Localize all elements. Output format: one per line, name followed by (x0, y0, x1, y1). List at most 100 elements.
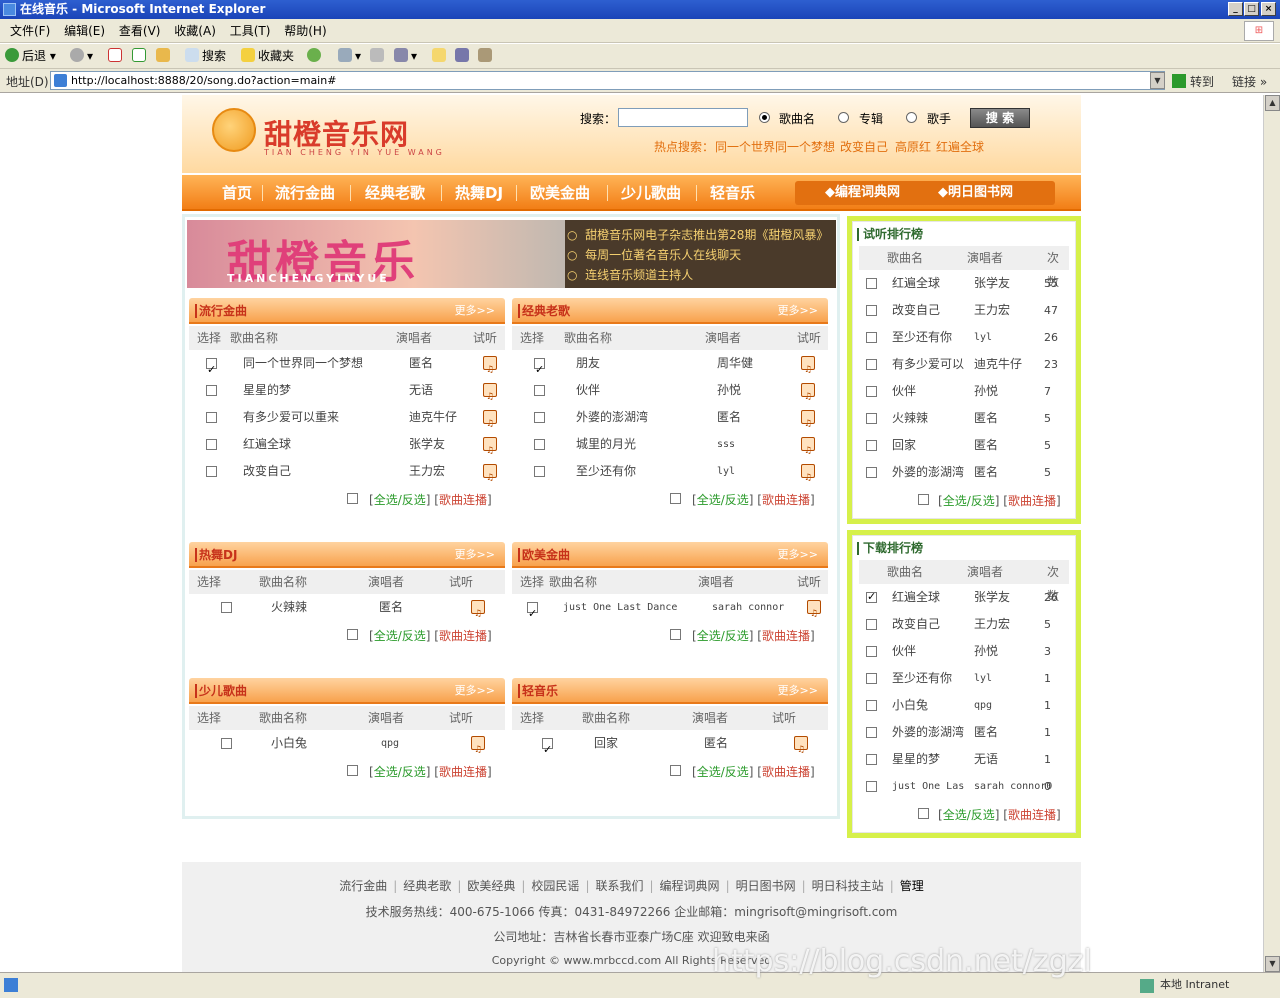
footer-link[interactable]: 联系我们 (595, 879, 643, 893)
song-checkbox[interactable] (542, 736, 553, 763)
mail-button[interactable]: ▾ (338, 47, 361, 65)
song-checkbox[interactable] (866, 305, 877, 316)
song-name[interactable]: 至少还有你 (892, 324, 952, 351)
song-name[interactable]: 伙伴 (576, 377, 600, 404)
more-link[interactable]: 更多>> (455, 304, 495, 318)
song-checkbox[interactable] (206, 356, 217, 383)
footer-link[interactable]: 经典老歌 (403, 879, 451, 893)
scroll-up-button[interactable]: ▲ (1265, 95, 1280, 111)
messenger-button[interactable] (455, 47, 472, 65)
song-checkbox[interactable] (866, 413, 877, 424)
song-name[interactable]: 朋友 (576, 350, 600, 377)
nav-western[interactable]: 欧美金曲 (530, 175, 590, 211)
song-checkbox[interactable] (866, 386, 877, 397)
select-all-link[interactable]: 全选/反选 (374, 493, 426, 507)
song-name[interactable]: 火辣辣 (271, 594, 307, 621)
search-submit-button[interactable]: 搜 索 (970, 108, 1030, 128)
song-checkbox[interactable] (866, 359, 877, 370)
menu-view[interactable]: 查看(V) (119, 19, 161, 43)
footer-link[interactable]: 校园民谣 (531, 879, 579, 893)
menu-tools[interactable]: 工具(T) (230, 19, 271, 43)
song-name[interactable]: 星星的梦 (243, 377, 291, 404)
play-all-link[interactable]: 歌曲连播 (1008, 494, 1056, 508)
select-all-checkbox[interactable] (918, 808, 929, 819)
headphones-icon[interactable]: ♫ (471, 736, 485, 755)
play-all-link[interactable]: 歌曲连播 (439, 765, 487, 779)
song-name[interactable]: 小白兔 (892, 692, 928, 719)
song-name[interactable]: 至少还有你 (892, 665, 952, 692)
song-name[interactable]: 红遍全球 (243, 431, 291, 458)
song-checkbox[interactable] (866, 673, 877, 684)
song-checkbox[interactable] (221, 738, 232, 749)
go-button[interactable]: 转到 (1172, 73, 1214, 90)
select-all-link[interactable]: 全选/反选 (697, 629, 749, 643)
maximize-button[interactable]: □ (1244, 2, 1259, 16)
media-button[interactable] (307, 47, 324, 65)
song-checkbox[interactable] (206, 412, 217, 423)
song-checkbox[interactable] (534, 356, 545, 383)
address-input[interactable]: http://localhost:8888/20/song.do?action=… (50, 71, 1165, 90)
headphones-icon[interactable]: ♫ (794, 736, 808, 755)
select-all-link[interactable]: 全选/反选 (697, 765, 749, 779)
radio-singer[interactable] (906, 112, 917, 123)
song-checkbox[interactable] (527, 600, 538, 627)
select-all-checkbox[interactable] (347, 493, 358, 504)
song-name[interactable]: 红遍全球 (892, 270, 940, 297)
song-checkbox[interactable] (866, 646, 877, 657)
news-item[interactable]: ○ 每周一位著名音乐人在线聊天 (567, 245, 741, 265)
close-button[interactable]: × (1261, 2, 1276, 16)
headphones-icon[interactable]: ♫ (801, 410, 815, 429)
song-name[interactable]: just One Last Dance (563, 594, 677, 621)
song-checkbox[interactable] (206, 466, 217, 477)
song-checkbox[interactable] (534, 385, 545, 396)
vertical-scrollbar[interactable]: ▲ ▼ (1263, 95, 1280, 972)
footer-link[interactable]: 流行金曲 (339, 879, 387, 893)
headphones-icon[interactable]: ♫ (483, 356, 497, 375)
song-name[interactable]: 外婆的澎湖湾 (892, 719, 964, 746)
nav-book-link[interactable]: ◆明日图书网 (938, 181, 1013, 205)
song-name[interactable]: 回家 (892, 432, 916, 459)
news-item[interactable]: ○ 连线音乐频道主持人 (567, 265, 693, 285)
song-name[interactable]: 改变自己 (892, 297, 940, 324)
address-dropdown-button[interactable]: ▼ (1150, 72, 1165, 89)
play-all-link[interactable]: 歌曲连播 (762, 765, 810, 779)
edit-button[interactable]: ▾ (394, 47, 417, 65)
select-all-link[interactable]: 全选/反选 (374, 765, 426, 779)
song-name[interactable]: 改变自己 (243, 458, 291, 485)
discuss-button[interactable] (432, 47, 449, 65)
stop-button[interactable] (108, 47, 125, 65)
print-button[interactable] (370, 47, 387, 65)
favorites-button[interactable]: 收藏夹 (241, 47, 294, 65)
home-button[interactable] (156, 47, 173, 65)
select-all-link[interactable]: 全选/反选 (943, 494, 995, 508)
nav-dict-link[interactable]: ◆编程词典网 (825, 181, 900, 205)
headphones-icon[interactable]: ♫ (483, 464, 497, 483)
play-all-link[interactable]: 歌曲连播 (439, 493, 487, 507)
song-name[interactable]: 回家 (594, 730, 618, 757)
nav-light[interactable]: 轻音乐 (710, 175, 755, 211)
song-checkbox[interactable] (866, 590, 877, 603)
minimize-button[interactable]: _ (1228, 2, 1243, 16)
footer-link[interactable]: 编程词典网 (660, 879, 720, 893)
play-all-link[interactable]: 歌曲连播 (762, 493, 810, 507)
site-logo[interactable]: 甜橙音乐网 (264, 113, 409, 153)
song-checkbox[interactable] (534, 466, 545, 477)
hot-search-link[interactable]: 同一个世界同一个梦想 (715, 138, 835, 155)
song-checkbox[interactable] (866, 700, 877, 711)
radio-album[interactable] (838, 112, 849, 123)
song-checkbox[interactable] (221, 602, 232, 613)
song-name[interactable]: 外婆的澎湖湾 (576, 404, 648, 431)
song-checkbox[interactable] (866, 440, 877, 451)
song-checkbox[interactable] (866, 332, 877, 343)
headphones-icon[interactable]: ♫ (801, 464, 815, 483)
nav-classic[interactable]: 经典老歌 (365, 175, 425, 211)
select-all-checkbox[interactable] (670, 629, 681, 640)
search-input[interactable] (618, 108, 748, 127)
select-all-link[interactable]: 全选/反选 (943, 808, 995, 822)
select-all-checkbox[interactable] (347, 765, 358, 776)
more-link[interactable]: 更多>> (455, 548, 495, 562)
song-checkbox[interactable] (866, 727, 877, 738)
headphones-icon[interactable]: ♫ (807, 600, 821, 619)
search-button[interactable]: 搜索 (185, 47, 226, 65)
hot-search-link[interactable]: 改变自己 (840, 138, 888, 155)
